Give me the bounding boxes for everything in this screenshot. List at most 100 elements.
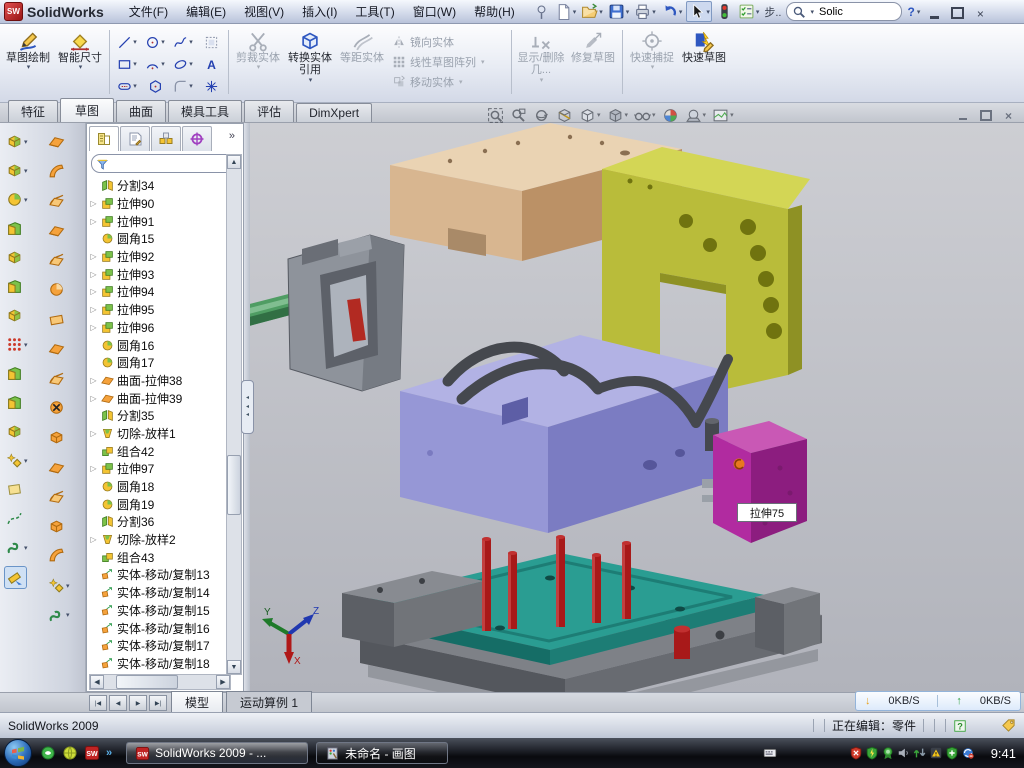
expand-arrow-icon[interactable]: ▷ xyxy=(89,376,98,385)
tree-item[interactable]: 组合43 xyxy=(89,548,229,566)
tree-item[interactable]: 分割35 xyxy=(89,407,229,425)
features-toolbar-instant3d[interactable] xyxy=(4,566,27,589)
sketch-tool-sketch-fillet[interactable]: ▾ xyxy=(169,75,197,97)
menu-item-5[interactable]: 窗口(W) xyxy=(404,0,465,23)
traffic-light-button[interactable] xyxy=(715,2,734,21)
features-toolbar-spline-tool[interactable]: ▾ xyxy=(4,537,30,558)
tab-scroll-prev[interactable]: ◀ xyxy=(109,695,127,711)
surfaces-toolbar-ruled-surface[interactable] xyxy=(46,368,67,389)
doc-minimize-button[interactable] xyxy=(955,109,970,122)
sketch-tool-arc[interactable]: ▾ xyxy=(141,53,169,75)
surfaces-toolbar-lofted-surface[interactable] xyxy=(46,220,67,241)
tree-item[interactable]: 实体-移动/复制15 xyxy=(89,602,229,620)
features-toolbar-draft[interactable] xyxy=(4,363,25,384)
select-cursor-button[interactable]: ▾ xyxy=(686,1,712,22)
pin-button[interactable] xyxy=(532,2,551,21)
tree-item[interactable]: 圆角18 xyxy=(89,478,229,496)
expand-arrow-icon[interactable]: ▷ xyxy=(89,287,98,296)
features-toolbar-shell[interactable] xyxy=(4,276,25,297)
headsup-zoom-fit-button[interactable] xyxy=(487,107,504,124)
tree-item[interactable]: 实体-移动/复制16 xyxy=(89,619,229,637)
panel-tab-dimxpert-manager[interactable] xyxy=(182,126,212,151)
sketch-tool-point[interactable] xyxy=(197,75,225,97)
tree-item[interactable]: 分割34 xyxy=(89,177,229,195)
tray-sync-status[interactable] xyxy=(961,746,975,761)
expand-arrow-icon[interactable]: ▷ xyxy=(89,270,98,279)
ribbon-linear-sketch-pattern-button[interactable]: 线性草图阵列▾ xyxy=(392,54,504,70)
expand-arrow-icon[interactable]: ▷ xyxy=(89,429,98,438)
tray-health-shield[interactable] xyxy=(945,746,959,761)
help-dropdown-caret[interactable]: ▾ xyxy=(917,8,921,16)
headsup-rotate-view-button[interactable] xyxy=(533,107,550,124)
command-tab-1[interactable]: 草图 xyxy=(60,98,114,122)
sketch-tool-rectangle[interactable]: ▾ xyxy=(113,53,141,75)
tree-item[interactable]: 实体-移动/复制18 xyxy=(89,655,229,673)
expand-arrow-icon[interactable]: ▷ xyxy=(89,217,98,226)
features-toolbar-extruded-boss[interactable]: ▾ xyxy=(4,131,30,152)
features-toolbar-move-copy-body[interactable] xyxy=(4,421,25,442)
surfaces-toolbar-delete-face[interactable] xyxy=(46,397,67,418)
qhelp-icon[interactable]: ? xyxy=(953,719,967,733)
surfaces-toolbar-planar-surface[interactable] xyxy=(46,309,67,330)
undo-button[interactable]: ▾ xyxy=(660,2,684,21)
quicklaunch-messenger[interactable] xyxy=(40,745,56,761)
panel-tab-feature-manager[interactable] xyxy=(89,126,119,151)
tree-filter-input[interactable] xyxy=(91,154,237,173)
tree-item[interactable]: 圆角17 xyxy=(89,354,229,372)
ribbon-rapid-sketch-button[interactable]: 快速草图 xyxy=(678,28,730,64)
headsup-edit-appearance-button[interactable] xyxy=(662,107,679,124)
sketch-tool-circle[interactable]: ▾ xyxy=(141,31,169,53)
sketch-tool-slot[interactable]: ▾ xyxy=(113,75,141,97)
tray-network-activity[interactable] xyxy=(913,746,927,761)
tree-item[interactable]: ▷拉伸91 xyxy=(89,212,229,230)
tray-system-warning[interactable] xyxy=(929,746,943,761)
headsup-hide-show-items-button[interactable]: ▾ xyxy=(634,107,656,124)
surfaces-toolbar-reference-geometry[interactable]: ▾ xyxy=(46,575,72,596)
part-magenta-block[interactable] xyxy=(713,421,807,543)
close-button[interactable]: × xyxy=(972,5,988,19)
tree-item[interactable]: ▷曲面-拉伸38 xyxy=(89,372,229,390)
tree-item[interactable]: ▷切除-放样1 xyxy=(89,425,229,443)
command-tab-3[interactable]: 模具工具 xyxy=(168,100,242,122)
surfaces-toolbar-swept-surface[interactable] xyxy=(46,190,67,211)
tag-icon[interactable] xyxy=(1001,718,1016,733)
document-tab-0[interactable]: 模型 xyxy=(171,691,223,712)
sketch-tool-polygon[interactable] xyxy=(141,75,169,97)
headsup-section-view-button[interactable] xyxy=(556,107,573,124)
tree-item[interactable]: ▷拉伸96 xyxy=(89,319,229,337)
expand-arrow-icon[interactable]: ▷ xyxy=(89,305,98,314)
tree-item[interactable]: 圆角19 xyxy=(89,495,229,513)
surfaces-toolbar-extruded-surface[interactable] xyxy=(46,131,67,152)
tray-firewall-shield[interactable] xyxy=(865,746,879,761)
ribbon-sketch-pencil-button[interactable]: 草图绘制▾ xyxy=(2,28,54,72)
expand-arrow-icon[interactable]: ▷ xyxy=(89,535,98,544)
menu-item-6[interactable]: 帮助(H) xyxy=(465,0,524,23)
save-button[interactable]: ▾ xyxy=(607,2,631,21)
tree-horizontal-scrollbar[interactable]: ◀ ▶ xyxy=(89,674,231,690)
tray-keyboard[interactable] xyxy=(763,746,777,761)
expand-arrow-icon[interactable]: ▷ xyxy=(89,252,98,261)
menu-item-3[interactable]: 插入(I) xyxy=(293,0,346,23)
panel-collapse-handle[interactable]: ◂◂◂ xyxy=(241,380,254,434)
features-toolbar-plane[interactable] xyxy=(4,479,25,500)
command-tab-0[interactable]: 特征 xyxy=(8,100,58,122)
search-dropdown-caret[interactable]: ▾ xyxy=(810,8,814,16)
start-button[interactable] xyxy=(4,739,32,767)
surfaces-toolbar-replace-face[interactable] xyxy=(46,427,67,448)
tree-item[interactable]: ▷拉伸97 xyxy=(89,460,229,478)
surfaces-toolbar-trim-surface[interactable] xyxy=(46,486,67,507)
tree-vertical-scrollbar[interactable]: ▲ ▼ xyxy=(226,154,242,675)
tree-item[interactable]: ▷拉伸92 xyxy=(89,248,229,266)
minimize-button[interactable] xyxy=(926,5,942,19)
expand-arrow-icon[interactable]: ▷ xyxy=(89,394,98,403)
panel-tabs-overflow[interactable]: » xyxy=(229,126,239,152)
print-button[interactable]: ▾ xyxy=(633,2,657,21)
tree-item[interactable]: 实体-移动/复制14 xyxy=(89,584,229,602)
ribbon-repair-sketch-button[interactable]: 修复草图 xyxy=(567,28,619,64)
taskbar-task-0[interactable]: SWSolidWorks 2009 - ... xyxy=(126,742,308,764)
command-tab-4[interactable]: 评估 xyxy=(244,100,294,122)
tree-item[interactable]: 分割36 xyxy=(89,513,229,531)
options-checklist-button[interactable]: ▾ xyxy=(737,2,761,21)
surfaces-toolbar-extend-surface[interactable] xyxy=(46,457,67,478)
headsup-apply-scene-button[interactable]: ▾ xyxy=(685,107,707,124)
